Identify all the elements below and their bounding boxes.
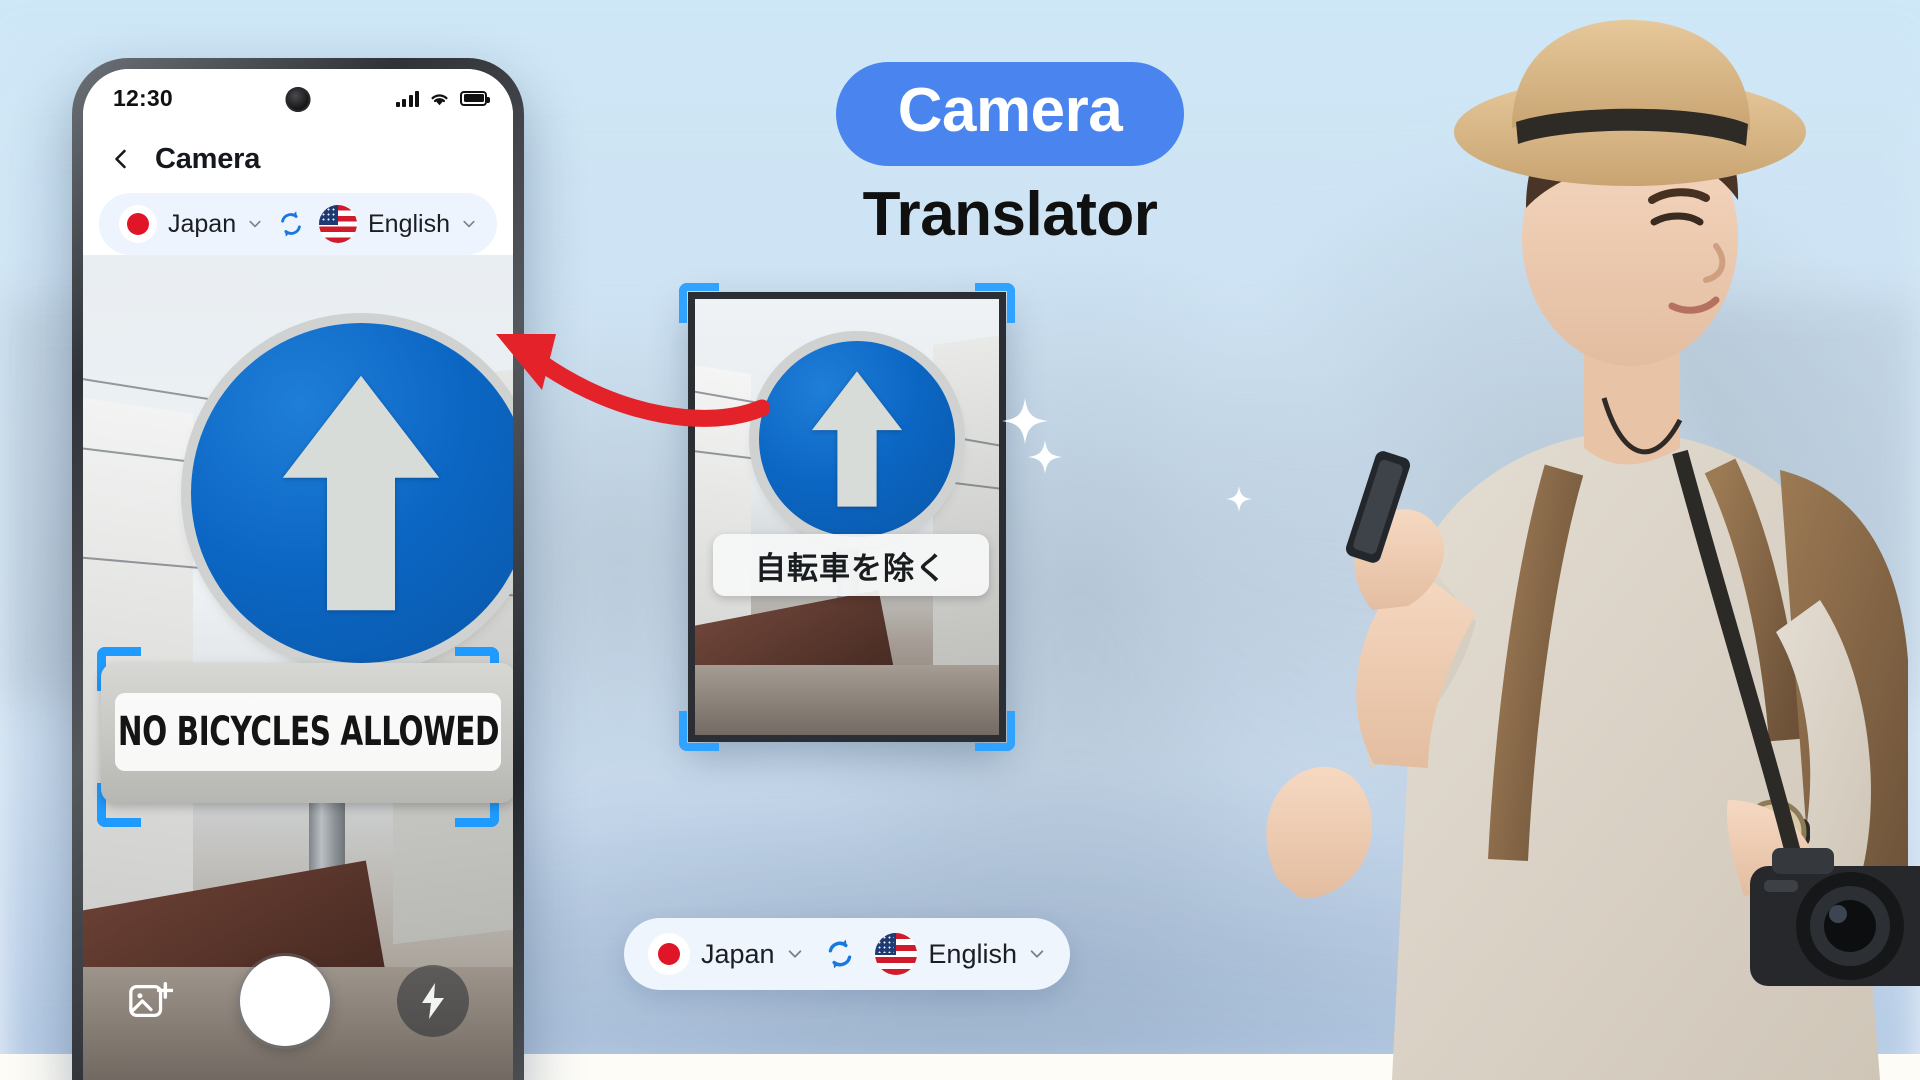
- person-left-hand-lower: [1266, 766, 1373, 899]
- status-time: 12:30: [113, 84, 173, 111]
- source-language-chip[interactable]: Japan: [119, 205, 263, 243]
- status-bar: 12:30: [83, 69, 513, 127]
- flash-icon: [422, 983, 444, 1019]
- blue-round-mandatory-direction-sign: [191, 323, 513, 663]
- headline-block: Camera Translator: [700, 62, 1320, 246]
- translated-text-overlay: NO BICYCLES ALLOWED: [115, 693, 501, 771]
- phone-screen: 12:30 Camera Japan English NO BICYCLES A…: [83, 69, 513, 1080]
- detection-bracket-icon: [975, 711, 1015, 751]
- target-language-label: English: [368, 209, 450, 238]
- front-camera-punch-hole-icon: [285, 87, 311, 112]
- preview-wall: [695, 665, 999, 735]
- flash-button[interactable]: [397, 965, 469, 1037]
- flag-japan-icon: [648, 933, 690, 975]
- flag-usa-icon: [875, 933, 918, 975]
- translated-text: NO BICYCLES ALLOWED: [117, 709, 499, 755]
- target-language-chip[interactable]: English: [319, 205, 477, 243]
- bottom-source-language-label: Japan: [701, 938, 775, 969]
- battery-full-icon: [460, 90, 490, 106]
- back-chevron-icon[interactable]: [109, 147, 133, 171]
- detection-bracket-icon: [679, 711, 719, 751]
- headline-camera-badge: Camera: [835, 62, 1185, 166]
- app-bar: Camera: [83, 127, 513, 191]
- bottom-target-language-chip[interactable]: English: [875, 933, 1046, 975]
- camera-device: [1750, 848, 1920, 986]
- chevron-down-icon[interactable]: [247, 216, 263, 232]
- status-icons: [395, 90, 490, 107]
- source-text: 自転車を除く: [755, 550, 947, 587]
- sparkle-icon: [1002, 398, 1048, 444]
- flag-usa-icon: [319, 205, 357, 243]
- sparkle-icon: [1028, 440, 1062, 474]
- chevron-down-icon[interactable]: [461, 216, 477, 232]
- language-selector-bar: Japan English: [99, 193, 497, 255]
- wifi-icon: [431, 93, 448, 105]
- swap-languages-icon[interactable]: [823, 937, 857, 971]
- sign-plate: NO BICYCLES ALLOWED: [101, 663, 513, 803]
- bottom-language-selector-bar: Japan English: [624, 918, 1070, 990]
- page-title: Camera: [155, 142, 261, 175]
- source-language-label: Japan: [168, 209, 237, 238]
- up-arrow-icon: [811, 371, 903, 507]
- flag-japan-icon: [119, 205, 157, 243]
- red-curved-arrow-icon: [496, 334, 770, 427]
- swap-languages-icon[interactable]: [276, 209, 306, 239]
- blue-round-mandatory-direction-sign: [759, 341, 955, 537]
- chevron-down-icon[interactable]: [1028, 945, 1046, 963]
- gallery-add-image-icon[interactable]: [127, 978, 173, 1024]
- detection-bracket-icon: [975, 283, 1015, 323]
- up-arrow-icon: [282, 375, 440, 611]
- camera-controls: [83, 953, 513, 1049]
- signal-bars-icon: [395, 90, 419, 107]
- source-text-overlay: 自転車を除く: [713, 534, 989, 596]
- camera-viewfinder[interactable]: NO BICYCLES ALLOWED: [83, 255, 513, 1080]
- bottom-source-language-chip[interactable]: Japan: [648, 933, 804, 975]
- bottom-target-language-label: English: [928, 938, 1017, 969]
- phone-mockup: 12:30 Camera Japan English NO BICYCLES A…: [72, 58, 524, 1080]
- headline-translator-word: Translator: [862, 180, 1158, 249]
- chevron-down-icon[interactable]: [786, 945, 804, 963]
- shutter-button[interactable]: [240, 956, 330, 1046]
